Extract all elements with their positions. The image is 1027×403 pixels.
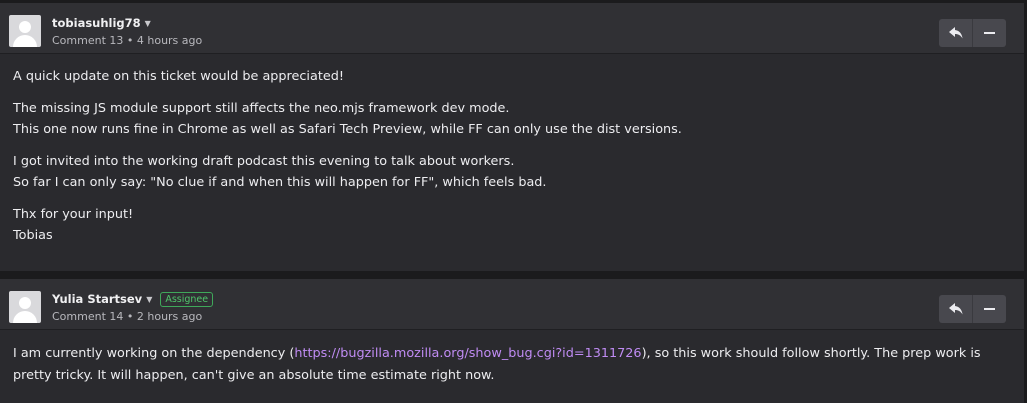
minus-icon — [984, 307, 995, 310]
comment-line: So far I can only say: "No clue if and w… — [13, 175, 547, 190]
author-row: Yulia Startsev ▼ Assignee — [52, 291, 214, 307]
default-avatar-icon — [9, 291, 41, 323]
collapse-button[interactable] — [972, 295, 1006, 323]
body-text-before: I am currently working on the dependency… — [13, 346, 295, 361]
dependency-link[interactable]: https://bugzilla.mozilla.org/show_bug.cg… — [294, 346, 641, 361]
bug-comments-page: tobiasuhlig78 ▼ Comment 13 • 4 hours ago — [0, 0, 1027, 403]
comment-header: tobiasuhlig78 ▼ Comment 13 • 4 hours ago — [0, 3, 1024, 54]
comment-actions — [939, 295, 1006, 323]
comment-paragraph: I am currently working on the dependency… — [13, 343, 1016, 386]
comment-line: This one now runs fine in Chrome as well… — [13, 122, 682, 137]
reply-icon — [948, 303, 962, 315]
comment-line: A quick update on this ticket would be a… — [13, 69, 344, 84]
comment-line: I got invited into the working draft pod… — [13, 153, 515, 169]
author-row: tobiasuhlig78 ▼ — [52, 15, 151, 31]
minus-icon — [984, 31, 995, 34]
default-avatar-icon — [9, 15, 41, 47]
reply-icon — [948, 27, 962, 39]
comment-line: I am currently working on the dependency… — [13, 343, 1016, 386]
reply-button[interactable] — [939, 19, 972, 47]
comment-meta: Comment 14 • 2 hours ago — [52, 310, 203, 323]
comment-actions — [939, 19, 1006, 47]
caret-down-icon[interactable]: ▼ — [145, 19, 151, 28]
comment-paragraph: A quick update on this ticket would be a… — [13, 66, 1016, 88]
collapse-button[interactable] — [972, 19, 1006, 47]
comment-body: A quick update on this ticket would be a… — [13, 66, 1016, 257]
comment-body: I am currently working on the dependency… — [13, 343, 1016, 396]
comment: tobiasuhlig78 ▼ Comment 13 • 4 hours ago — [0, 3, 1024, 271]
comment-header: Yulia Startsev ▼ Assignee Comment 14 • 2… — [0, 279, 1024, 330]
caret-down-icon[interactable]: ▼ — [146, 295, 152, 304]
author-name[interactable]: tobiasuhlig78 — [52, 16, 141, 30]
comment-line: Thx for your input! — [13, 206, 134, 222]
comment-meta: Comment 13 • 4 hours ago — [52, 34, 203, 47]
comment-paragraph: The missing JS module support still affe… — [13, 98, 1016, 141]
comment-line: The missing JS module support still affe… — [13, 100, 510, 116]
comment-paragraph: I got invited into the working draft pod… — [13, 151, 1016, 194]
comment-line: Tobias — [13, 228, 53, 243]
comment-paragraph: Thx for your input! Tobias — [13, 204, 1016, 247]
comment: Yulia Startsev ▼ Assignee Comment 14 • 2… — [0, 279, 1024, 403]
assignee-badge: Assignee — [160, 291, 214, 307]
author-name[interactable]: Yulia Startsev — [52, 292, 142, 306]
reply-button[interactable] — [939, 295, 972, 323]
